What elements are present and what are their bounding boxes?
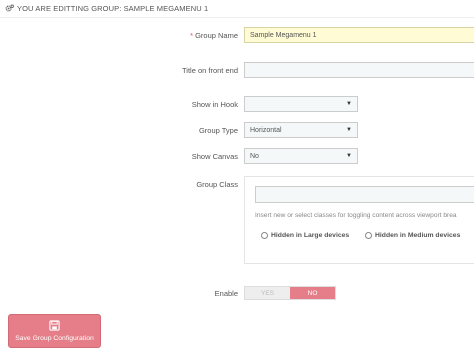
radio-circle[interactable] [261, 232, 268, 239]
page-title: YOU ARE EDITTING GROUP: SAMPLE MEGAMENU … [17, 4, 209, 13]
floppy-disk-icon [49, 320, 60, 331]
cogs-icon [5, 4, 14, 12]
group-name-input[interactable]: Sample Megamenu 1 [244, 27, 474, 43]
show-in-hook-select[interactable]: ▼ [244, 96, 358, 112]
group-type-value: Horizontal [250, 126, 282, 134]
panel-header: YOU ARE EDITTING GROUP: SAMPLE MEGAMENU … [0, 0, 474, 18]
enable-yes-option[interactable]: YES [245, 287, 290, 299]
enable-no-option[interactable]: NO [290, 287, 335, 299]
save-group-label: Save Group Configuration [15, 335, 94, 342]
hidden-medium-label: Hidden in Medium devices [375, 232, 461, 239]
group-type-label: Group Type [198, 126, 238, 135]
group-class-panel: Insert new or select classes for togglin… [244, 176, 474, 264]
group-name-label: * Group Name [190, 31, 238, 40]
hidden-medium-radio[interactable]: Hidden in Medium devices [365, 232, 460, 239]
title-front-input[interactable] [244, 62, 474, 78]
hidden-large-label: Hidden in Large devices [271, 232, 350, 239]
caret-down-icon: ▼ [346, 127, 352, 133]
save-group-button[interactable]: Save Group Configuration [8, 314, 101, 348]
group-class-help: Insert new or select classes for togglin… [255, 212, 457, 219]
caret-down-icon: ▼ [346, 153, 352, 159]
group-name-label-text: Group Name [195, 31, 238, 40]
enable-label: Enable [214, 289, 238, 298]
show-canvas-label: Show Canvas [191, 152, 238, 161]
hidden-large-radio[interactable]: Hidden in Large devices [261, 232, 349, 239]
show-canvas-value: No [250, 152, 259, 160]
show-in-hook-label: Show in Hook [191, 100, 238, 109]
title-front-label: Title on front end [181, 66, 238, 75]
show-canvas-select[interactable]: No ▼ [244, 148, 358, 164]
group-class-input[interactable] [255, 186, 474, 203]
radio-circle[interactable] [365, 232, 372, 239]
required-mark: * [190, 31, 194, 40]
group-type-select[interactable]: Horizontal ▼ [244, 122, 358, 138]
group-class-label: Group Class [196, 180, 238, 189]
enable-switch[interactable]: YES NO [244, 286, 336, 300]
caret-down-icon: ▼ [346, 101, 352, 107]
group-name-value: Sample Megamenu 1 [250, 31, 317, 39]
